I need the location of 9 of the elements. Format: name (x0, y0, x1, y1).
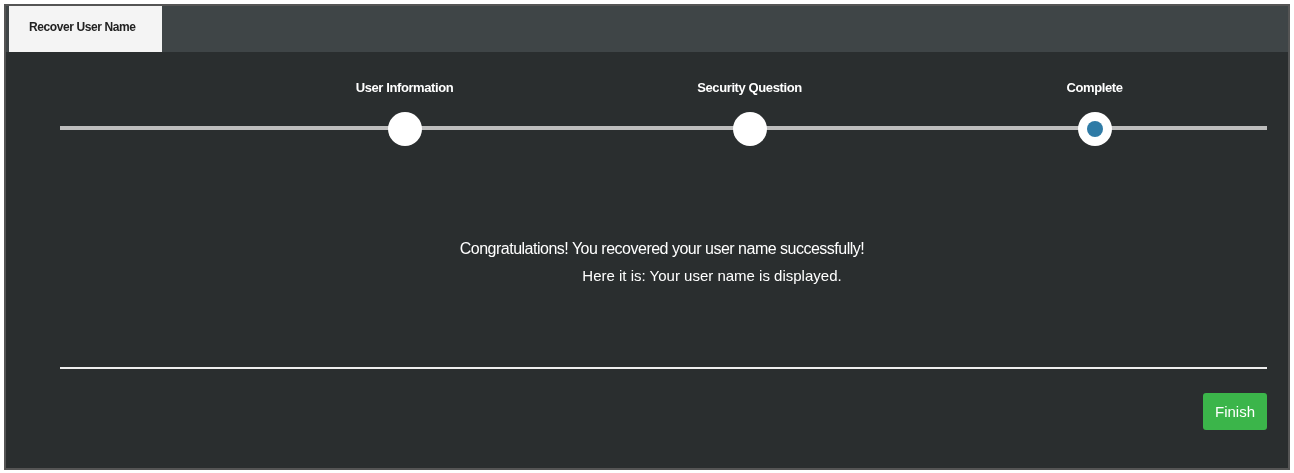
step-label: Complete (1066, 80, 1123, 97)
success-message: Congratulations! You recovered your user name successfully! (459, 240, 865, 258)
step-marker[interactable] (732, 112, 767, 146)
step-marker[interactable] (1077, 112, 1112, 146)
step-label: Security Question (697, 80, 802, 97)
step-label: User Information (355, 80, 454, 97)
username-text: Here it is: Your user name is displayed. (581, 267, 842, 284)
step-marker[interactable] (387, 112, 422, 146)
tab[interactable]: Recover User Name (9, 6, 162, 52)
